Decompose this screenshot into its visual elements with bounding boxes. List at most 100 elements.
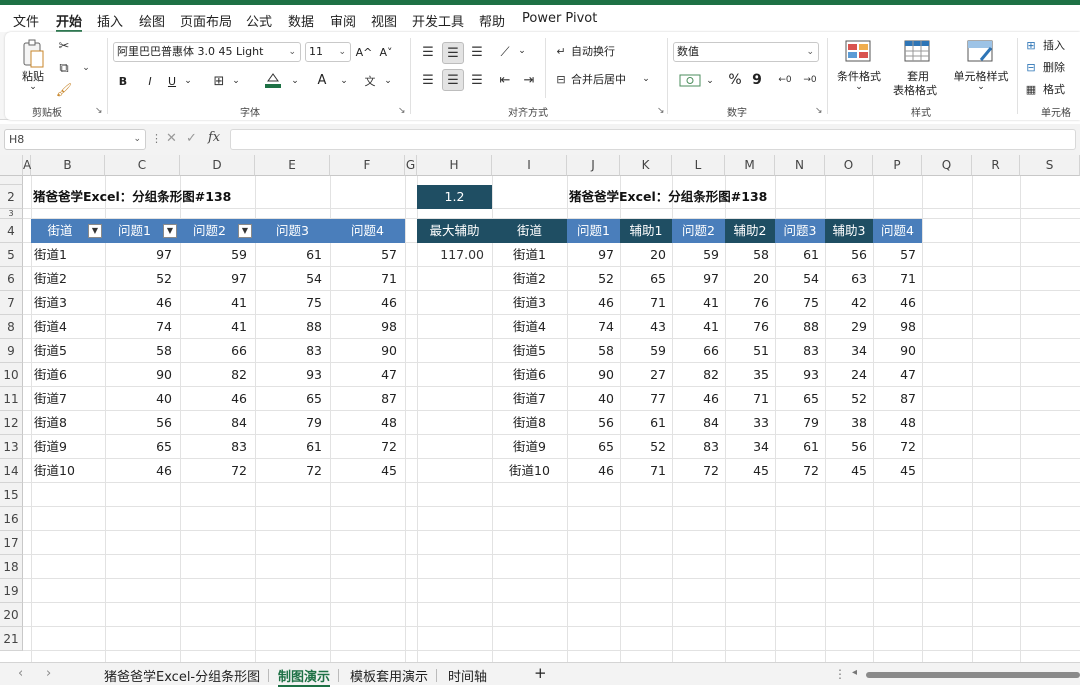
row-header[interactable]: 11	[0, 387, 23, 411]
comma-style-button[interactable]: 9	[750, 71, 764, 89]
filter-dropdown-icon[interactable]: ▼	[238, 224, 252, 238]
delete-cells-icon[interactable]: ⊟	[1023, 60, 1039, 74]
row-header[interactable]	[0, 176, 23, 185]
name-box-dropdown-icon[interactable]: ⌄	[133, 130, 141, 149]
row-header[interactable]: 4	[0, 219, 23, 243]
menu-home[interactable]: 开始	[56, 11, 82, 30]
shrink-font-button[interactable]: A˅	[377, 44, 395, 60]
horizontal-scrollbar[interactable]	[866, 672, 1080, 678]
align-left-icon[interactable]: ☰	[418, 70, 438, 90]
row-header[interactable]: 7	[0, 291, 23, 315]
row-header[interactable]: 19	[0, 579, 23, 603]
align-middle-icon[interactable]: ☰	[442, 42, 464, 64]
format-cells-icon[interactable]: ▦	[1023, 82, 1039, 96]
name-box[interactable]: H8 ⌄	[4, 129, 146, 150]
underline-button[interactable]: U	[164, 72, 180, 90]
number-launcher-icon[interactable]: ↘	[815, 106, 823, 116]
scroll-left-icon[interactable]: ◂	[852, 667, 857, 678]
menu-developer[interactable]: 开发工具	[412, 11, 464, 30]
wrap-text-button[interactable]: 自动换行	[571, 42, 615, 60]
tab-sheet-4[interactable]: 时间轴	[448, 666, 487, 685]
column-header[interactable]: O	[825, 155, 873, 176]
column-header[interactable]: N	[775, 155, 825, 176]
phonetic-icon[interactable]: 文	[361, 72, 379, 90]
fill-color-icon[interactable]	[263, 70, 283, 90]
cut-icon[interactable]: ✂	[55, 38, 73, 54]
merge-center-icon[interactable]: ⊟	[553, 70, 569, 88]
cancel-icon[interactable]: ✕	[166, 131, 177, 146]
paste-dropdown-icon[interactable]: ⌄	[23, 82, 43, 92]
column-header[interactable]: J	[567, 155, 620, 176]
tab-sheet-3[interactable]: 模板套用演示	[350, 666, 428, 685]
insert-function-button[interactable]: fx	[208, 130, 220, 145]
menu-formulas[interactable]: 公式	[246, 11, 272, 30]
merge-center-button[interactable]: 合并后居中	[571, 70, 626, 88]
paste-icon[interactable]	[19, 38, 47, 70]
menu-power-pivot[interactable]: Power Pivot	[522, 11, 597, 26]
column-header[interactable]: P	[873, 155, 922, 176]
add-sheet-button[interactable]: +	[534, 664, 547, 682]
select-all-corner[interactable]	[0, 155, 23, 176]
format-cells-button[interactable]: 格式	[1043, 82, 1065, 96]
font-color-dropdown-icon[interactable]: ⌄	[339, 72, 349, 90]
row-header[interactable]: 6	[0, 267, 23, 291]
column-header[interactable]: D	[180, 155, 255, 176]
row-header[interactable]: 16	[0, 507, 23, 531]
column-header[interactable]: A	[23, 155, 31, 176]
menu-review[interactable]: 审阅	[330, 11, 356, 30]
row-header[interactable]: 20	[0, 603, 23, 627]
row-header[interactable]: 15	[0, 483, 23, 507]
tab-prev-icon[interactable]: ‹	[18, 666, 23, 681]
merge-dropdown-icon[interactable]: ⌄	[641, 70, 651, 88]
phonetic-dropdown-icon[interactable]: ⌄	[383, 72, 393, 90]
increase-indent-icon[interactable]: ⇥	[519, 70, 539, 90]
row-header[interactable]: 21	[0, 627, 23, 651]
row-header[interactable]: 14	[0, 459, 23, 483]
column-header[interactable]: E	[255, 155, 330, 176]
row-header[interactable]: 18	[0, 555, 23, 579]
insert-cells-icon[interactable]: ⊞	[1023, 38, 1039, 52]
tab-sheet-2[interactable]: 制图演示	[278, 666, 331, 687]
font-launcher-icon[interactable]: ↘	[398, 106, 406, 116]
delete-cells-button[interactable]: 删除	[1043, 60, 1065, 74]
cell-styles-dropdown-icon[interactable]: ⌄	[975, 82, 987, 92]
number-format-select[interactable]: 数值 ⌄	[673, 42, 819, 62]
row-header[interactable]: 9	[0, 339, 23, 363]
spreadsheet-grid[interactable]: A B C D E F G H I J K L M N O P Q R S 2 3 4 5 6 7 8 9 10 11 12 13 14 15 1…	[0, 155, 1080, 662]
currency-dropdown-icon[interactable]: ⌄	[705, 72, 715, 90]
align-bottom-icon[interactable]: ☰	[467, 42, 487, 62]
currency-icon[interactable]	[677, 70, 703, 90]
italic-button[interactable]: I	[142, 72, 158, 90]
menu-page-layout[interactable]: 页面布局	[180, 11, 232, 30]
column-header[interactable]: K	[620, 155, 672, 176]
row-header[interactable]: 10	[0, 363, 23, 387]
selected-cell[interactable]	[417, 315, 492, 339]
align-right-icon[interactable]: ☰	[467, 70, 487, 90]
menu-draw[interactable]: 绘图	[139, 11, 165, 30]
align-top-icon[interactable]: ☰	[418, 42, 438, 62]
tab-sheet-1[interactable]: 猪爸爸学Excel-分组条形图	[104, 666, 260, 685]
bold-button[interactable]: B	[115, 72, 131, 90]
insert-cells-button[interactable]: 插入	[1043, 38, 1065, 52]
fill-color-dropdown-icon[interactable]: ⌄	[290, 72, 300, 90]
formula-input[interactable]	[230, 129, 1076, 150]
scale-factor-cell[interactable]: 1.2	[417, 185, 492, 209]
column-header[interactable]: H	[417, 155, 492, 176]
borders-dropdown-icon[interactable]: ⌄	[231, 72, 241, 90]
wrap-text-icon[interactable]: ↵	[553, 42, 569, 60]
align-center-icon[interactable]: ☰	[442, 69, 464, 91]
conditional-format-dropdown-icon[interactable]: ⌄	[853, 82, 865, 92]
orientation-dropdown-icon[interactable]: ⌄	[517, 42, 527, 60]
format-painter-icon[interactable]: 🖌	[55, 82, 73, 98]
tab-more-icon[interactable]: ⋮	[834, 667, 846, 681]
font-size-select[interactable]: 11 ⌄	[305, 42, 351, 62]
column-header[interactable]: L	[672, 155, 725, 176]
row-header[interactable]: 13	[0, 435, 23, 459]
clipboard-launcher-icon[interactable]: ↘	[95, 106, 103, 116]
tab-next-icon[interactable]: ›	[46, 666, 51, 681]
copy-icon[interactable]: ⧉	[55, 60, 73, 76]
underline-dropdown-icon[interactable]: ⌄	[183, 72, 193, 90]
row-header[interactable]: 2	[0, 185, 23, 209]
row-header[interactable]: 5	[0, 243, 23, 267]
menu-help[interactable]: 帮助	[479, 11, 505, 30]
